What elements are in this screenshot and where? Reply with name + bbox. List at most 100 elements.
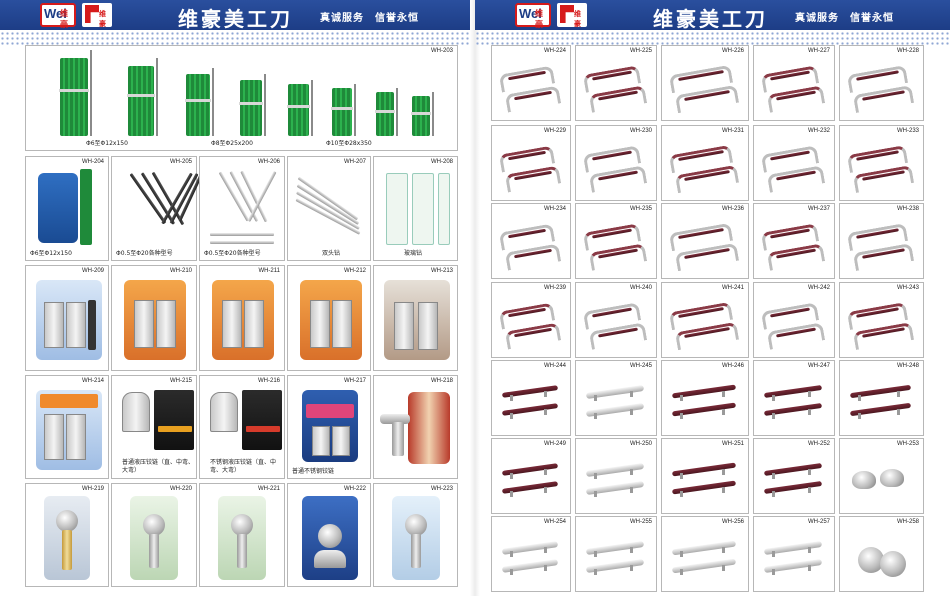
brand-emblem: 维豪	[557, 3, 587, 28]
product-code: WH-252	[807, 441, 830, 447]
product-caption: Φ0.5至Φ20各种型号	[116, 250, 173, 257]
product-wh-217: WH-217 普通不锈钢铰链	[287, 375, 371, 479]
product-code: WH-211	[258, 268, 280, 274]
product-wh-242: WH-242	[753, 282, 835, 358]
product-wh-253: WH-253	[839, 438, 924, 514]
brand-title: 维豪美工刀	[653, 7, 768, 31]
product-wh-252: WH-252	[753, 438, 835, 514]
handle-image	[666, 449, 744, 509]
product-wh-211: WH-211	[199, 265, 285, 371]
product-wh-231: WH-231	[661, 125, 749, 201]
hinge-pack-image	[204, 276, 280, 366]
product-code: WH-217	[343, 378, 366, 384]
product-wh-213: WH-213	[373, 265, 458, 371]
product-wh-210: WH-210	[111, 265, 197, 371]
product-wh-256: WH-256	[661, 516, 749, 592]
product-code: WH-236	[721, 206, 744, 212]
product-code: WH-224	[543, 48, 566, 54]
handle-image	[666, 371, 744, 431]
product-code: WH-248	[896, 363, 919, 369]
product-code: WH-226	[721, 48, 744, 54]
handle-image	[758, 527, 830, 587]
product-code: WH-246	[721, 363, 744, 369]
brand-slogan: 真诚服务 信誉永恒	[320, 13, 419, 24]
product-code: WH-223	[430, 486, 453, 492]
product-wh-219: WH-219	[25, 483, 109, 587]
product-wh-222: WH-222	[287, 483, 371, 587]
product-wh-254: WH-254	[491, 516, 571, 592]
product-wh-203: WH-203 Φ6至Φ12x150 Φ8至Φ25x200 Φ10至Φ28x350	[25, 45, 458, 151]
handle-image	[666, 56, 744, 116]
product-code: WH-213	[430, 268, 453, 274]
door-stopper-pack-image	[30, 494, 104, 582]
hinge-pack-image	[292, 276, 366, 366]
double-end-drill-image	[292, 167, 366, 246]
catalog-spread: Wei 维豪 维豪 维豪美工刀 真诚服务 信誉永恒 WH-203 Φ6至Φ12x1…	[0, 0, 950, 596]
product-caption: Φ6至Φ12x150	[30, 250, 72, 257]
product-code: WH-250	[629, 441, 652, 447]
product-caption: Φ6至Φ12x150	[86, 140, 128, 147]
product-wh-207: WH-207 双头钻	[287, 156, 371, 261]
product-code: WH-247	[807, 363, 830, 369]
drill-box-image	[30, 167, 104, 246]
product-code: WH-243	[896, 285, 919, 291]
stainless-hinge-image	[204, 386, 282, 456]
page-header: Wei 维豪 维豪 维豪美工刀 真诚服务 信誉永恒	[0, 0, 475, 31]
door-stopper-pack-image	[378, 494, 453, 582]
product-code: WH-229	[543, 128, 566, 134]
handle-image	[496, 293, 566, 353]
product-wh-215: WH-215 普通液压铰链（直、中弯、大弯）	[111, 375, 197, 479]
product-wh-251: WH-251	[661, 438, 749, 514]
handle-image	[758, 214, 830, 274]
product-wh-255: WH-255	[575, 516, 657, 592]
product-wh-257: WH-257	[753, 516, 835, 592]
product-wh-232: WH-232	[753, 125, 835, 201]
handle-image	[758, 449, 830, 509]
product-code: WH-220	[169, 486, 192, 492]
door-stopper-pack-image	[292, 494, 366, 582]
product-code: WH-221	[257, 486, 280, 492]
product-wh-228: WH-228	[839, 45, 924, 121]
hinge-pack-image	[30, 276, 104, 366]
product-wh-212: WH-212	[287, 265, 371, 371]
product-caption: 普通不锈钢铰链	[292, 468, 335, 475]
product-wh-246: WH-246	[661, 360, 749, 436]
product-code: WH-218	[430, 378, 453, 384]
product-wh-234: WH-234	[491, 203, 571, 279]
product-wh-229: WH-229	[491, 125, 571, 201]
product-wh-225: WH-225	[575, 45, 657, 121]
handle-image	[580, 136, 652, 196]
product-wh-238: WH-238	[839, 203, 924, 279]
product-code: WH-237	[807, 206, 830, 212]
product-code: WH-230	[629, 128, 652, 134]
handle-image	[496, 449, 566, 509]
emblem-text: 维豪	[99, 11, 106, 28]
product-code: WH-238	[896, 206, 919, 212]
product-wh-235: WH-235	[575, 203, 657, 279]
product-code: WH-222	[343, 486, 366, 492]
page-header: Wei 维豪 维豪 维豪美工刀 真诚服务 信誉永恒	[475, 0, 950, 31]
product-wh-258: WH-258	[839, 516, 924, 592]
dotted-band	[0, 31, 475, 45]
product-wh-226: WH-226	[661, 45, 749, 121]
handle-image	[758, 136, 830, 196]
handle-image	[496, 56, 566, 116]
glass-drill-image	[378, 167, 453, 246]
product-wh-244: WH-244	[491, 360, 571, 436]
product-code: WH-233	[896, 128, 919, 134]
product-wh-243: WH-243	[839, 282, 924, 358]
handle-image	[844, 56, 919, 116]
product-code: WH-205	[169, 159, 192, 165]
handle-image	[758, 56, 830, 116]
stainless-hinge-card-image	[292, 386, 366, 464]
handle-image	[666, 527, 744, 587]
product-code: WH-204	[81, 159, 104, 165]
product-wh-237: WH-237	[753, 203, 835, 279]
logo-sub: 维豪	[535, 9, 543, 29]
product-code: WH-234	[543, 206, 566, 212]
product-wh-214: WH-214	[25, 375, 109, 479]
product-code: WH-244	[543, 363, 566, 369]
hydraulic-hinge-image	[116, 386, 194, 456]
handle-image	[844, 136, 919, 196]
product-wh-247: WH-247	[753, 360, 835, 436]
